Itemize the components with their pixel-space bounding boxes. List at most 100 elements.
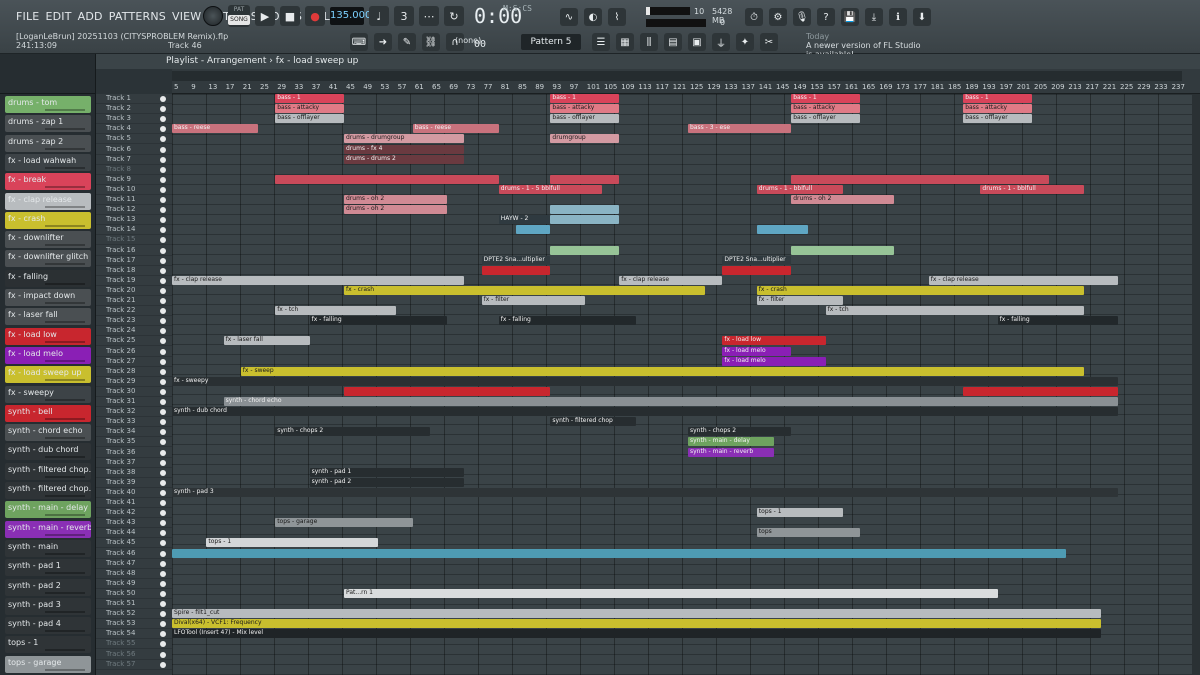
track-header[interactable]: Track 32 [96, 407, 172, 418]
track-mute-button[interactable] [160, 631, 166, 638]
channel-button[interactable]: synth - main - reverb [5, 520, 91, 538]
track-header[interactable]: Track 18 [96, 266, 172, 276]
track-header[interactable]: Track 53 [96, 619, 172, 630]
playlist-clip[interactable]: tops - 1 [206, 538, 379, 548]
playlist-clip[interactable]: bass - offlayer [550, 114, 620, 124]
track-mute-button[interactable] [160, 338, 166, 345]
track-header[interactable]: Track 42 [96, 508, 172, 519]
channel-rack-icon[interactable]: ▤ [664, 33, 682, 51]
playlist-clip[interactable]: bass - attacky [550, 104, 620, 114]
arrow-icon[interactable]: ➜ [374, 33, 392, 51]
playlist-grid[interactable]: bass - 1 bass - 1 bass - 1 bass - 1 bass - a… [172, 94, 1200, 675]
track-header[interactable]: Track 2 [96, 104, 172, 115]
track-header[interactable]: Track 33 [96, 417, 172, 428]
playlist-clip[interactable]: Pat...rn 1 [344, 588, 998, 598]
playlist-clip[interactable]: bass - offlayer [275, 114, 344, 124]
track-mute-button[interactable] [160, 348, 166, 355]
playlist-clip[interactable] [516, 225, 551, 235]
track-header[interactable]: Track 15 [96, 235, 172, 246]
channel-button[interactable]: fx - clap release [5, 192, 91, 210]
pat-song-toggle[interactable]: PAT SONG [228, 5, 250, 27]
track-mute-button[interactable] [160, 217, 166, 224]
menu-add[interactable]: ADD [78, 10, 103, 23]
track-mute-button[interactable] [160, 641, 166, 648]
playlist-clip[interactable]: HAYW - 2 [498, 215, 551, 225]
track-mute-button[interactable] [160, 560, 166, 567]
track-header[interactable]: Track 43 [96, 518, 172, 529]
time-display[interactable]: 0:00 M:S:CS 00 [474, 4, 534, 50]
playlist-clip[interactable]: bass - attacky [963, 104, 1032, 114]
tempo-display[interactable]: 135.000 [330, 7, 371, 25]
playlist-clip[interactable]: fx - falling [309, 316, 448, 326]
channel-button[interactable]: synth - chord echo [5, 424, 91, 442]
channel-button[interactable]: synth - main [5, 539, 91, 557]
track-mute-button[interactable] [160, 267, 166, 274]
playlist-clip[interactable]: drums - drums 2 [344, 154, 465, 164]
track-mute-button[interactable] [160, 439, 166, 446]
playlist-clip[interactable]: fx - falling [498, 316, 637, 326]
playlist-clip[interactable]: bass - attacky [791, 104, 860, 114]
track-mute-button[interactable] [160, 550, 166, 557]
track-header[interactable]: Track 41 [96, 498, 172, 508]
playlist-clip[interactable]: drums - 1 - bblfull [980, 184, 1084, 194]
playlist-clip[interactable] [722, 265, 792, 275]
menu-patterns[interactable]: PATTERNS [109, 10, 166, 23]
track-mute-button[interactable] [160, 227, 166, 234]
track-header[interactable]: Track 37 [96, 458, 172, 468]
track-header[interactable]: Track 22 [96, 306, 172, 317]
channel-button[interactable]: fx - impact down [5, 289, 91, 306]
track-mute-button[interactable] [160, 247, 166, 254]
waveform-icon[interactable]: ∿ [560, 8, 578, 26]
track-mute-button[interactable] [160, 469, 166, 476]
track-header[interactable]: Track 45 [96, 538, 172, 549]
piano-roll-icon[interactable]: ▦ [616, 33, 634, 51]
track-mute-button[interactable] [160, 601, 166, 607]
track-header[interactable]: Track 50 [96, 589, 172, 599]
playlist-clip[interactable] [963, 386, 1118, 396]
playlist-clip[interactable]: fx - crash [344, 285, 706, 295]
track-mute-button[interactable] [160, 661, 166, 668]
track-header[interactable]: Track 10 [96, 185, 172, 195]
cut-icon[interactable]: ✂ [760, 33, 778, 51]
track-header[interactable]: Track 14 [96, 225, 172, 236]
playlist-clip[interactable] [275, 174, 499, 184]
playlist-clip[interactable]: synth - chops 2 [688, 427, 792, 437]
track-mute-button[interactable] [160, 116, 166, 123]
playlist-clip[interactable]: bass - 1 [963, 94, 1032, 103]
playlist-clip[interactable]: fx - sweep [240, 366, 1084, 376]
track-header[interactable]: Track 11 [96, 195, 172, 205]
track-mute-button[interactable] [160, 500, 166, 506]
mic-icon[interactable]: 🎙 [793, 8, 811, 26]
playlist-clip[interactable]: bass - offlayer [791, 114, 860, 124]
playlist-clip[interactable]: synth - chord echo [223, 397, 1118, 406]
playlist-clip[interactable] [344, 386, 551, 396]
menu-view[interactable]: VIEW [172, 10, 201, 23]
record-button[interactable]: ● [305, 6, 325, 26]
channel-button[interactable]: drums - tom [5, 96, 91, 113]
track-mute-button[interactable] [160, 368, 166, 375]
track-mute-button[interactable] [160, 540, 166, 547]
pattern-selector[interactable]: Pattern 5 [521, 34, 581, 50]
cpu-memory-monitor[interactable]: 10 5428 MB 0 [644, 4, 744, 30]
playlist-clip[interactable]: fx - falling [997, 316, 1118, 326]
track-mute-button[interactable] [160, 399, 166, 405]
track-mute-button[interactable] [160, 126, 166, 133]
playlist-clip[interactable] [791, 245, 895, 255]
track-mute-button[interactable] [160, 419, 166, 426]
track-header[interactable]: Track 6 [96, 145, 172, 155]
pan-knob-icon[interactable]: ◐ [584, 8, 602, 26]
playlist-clip[interactable] [550, 215, 620, 225]
track-mute-button[interactable] [160, 146, 166, 153]
playlist-clip[interactable]: synth - main - delay [688, 437, 774, 447]
track-header[interactable]: Track 19 [96, 276, 172, 286]
playlist-clip[interactable]: fx - sweepy [172, 376, 1118, 386]
tempo-tap-icon[interactable]: ⏱ [745, 8, 763, 26]
channel-button[interactable]: fx - falling [5, 269, 91, 287]
track-mute-button[interactable] [160, 388, 166, 395]
playlist-clip[interactable]: fx - tch [825, 306, 1084, 316]
track-mute-button[interactable] [160, 96, 166, 102]
playlist-clip[interactable]: bass - 1 [550, 94, 620, 103]
playlist-clip[interactable] [550, 205, 620, 215]
track-mute-button[interactable] [160, 449, 166, 456]
playlist-clip[interactable]: bass - attacky [275, 104, 344, 114]
